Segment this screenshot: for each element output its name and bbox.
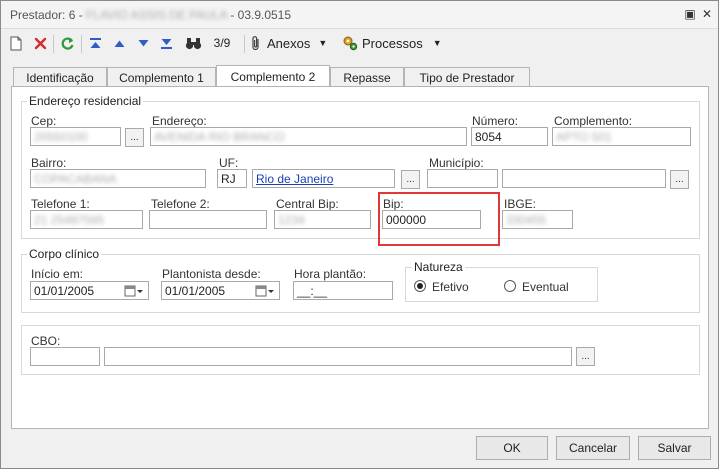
telefone2-label: Telefone 2: <box>151 197 210 211</box>
telefone1-field[interactable]: 21 25487565 <box>30 210 143 229</box>
ibge-label: IBGE: <box>504 197 537 211</box>
bairro-field[interactable]: COPACABANA <box>30 169 206 188</box>
numero-field[interactable]: 8054 <box>471 127 548 146</box>
bip-highlight-box <box>378 192 500 246</box>
title-name: FLAVIO ASSIS DE PAULA <box>86 8 227 22</box>
cep-value: 20550100 <box>34 130 88 144</box>
bairro-label: Bairro: <box>31 156 67 170</box>
telefone2-field[interactable] <box>149 210 267 229</box>
ibge-field[interactable]: 330455 <box>502 210 573 229</box>
anexos-button[interactable]: Anexos ▼ <box>250 33 336 53</box>
binoculars-icon[interactable] <box>183 33 203 53</box>
toolbar-separator <box>53 35 54 53</box>
processos-label: Processos <box>362 35 423 51</box>
next-record-icon[interactable] <box>134 33 152 53</box>
plantonista-label: Plantonista desde: <box>162 267 261 281</box>
prestador-window: Prestador: 6 - FLAVIO ASSIS DE PAULA - 0… <box>0 0 719 469</box>
previous-record-icon[interactable] <box>110 33 128 53</box>
efetivo-label: Efetivo <box>432 280 469 294</box>
numero-label: Número: <box>472 114 519 128</box>
hora-field[interactable]: __:__ <box>293 281 393 300</box>
calendar-icon[interactable] <box>251 281 278 300</box>
eventual-label: Eventual <box>522 280 569 294</box>
toolbar: 3/9 Anexos ▼ Processos ▼ <box>1 29 718 57</box>
endereco-label: Endereço: <box>152 114 207 128</box>
tab-tipo-de-prestador[interactable]: Tipo de Prestador <box>404 67 530 87</box>
cancel-button[interactable]: Cancelar <box>556 436 630 460</box>
efetivo-radio[interactable] <box>414 280 426 292</box>
tab-identificacao[interactable]: Identificação <box>13 67 107 87</box>
eventual-radio[interactable] <box>504 280 516 292</box>
bairro-value: COPACABANA <box>34 172 117 186</box>
endereco-value: AVENIDA RIO BRANCO <box>154 130 285 144</box>
first-record-icon[interactable] <box>86 33 104 53</box>
complemento-value: APTO 501 <box>556 130 612 144</box>
address-group-label: Endereço residencial <box>27 94 144 108</box>
new-record-icon[interactable] <box>7 33 25 53</box>
central-bip-value: 1234 <box>278 213 305 227</box>
complemento-label: Complemento: <box>554 114 633 128</box>
chevron-down-icon: ▼ <box>432 38 442 48</box>
telefone1-value: 21 25487565 <box>34 213 105 227</box>
delete-icon[interactable] <box>31 33 49 53</box>
municipio-name-field[interactable] <box>502 169 666 188</box>
natureza-label: Natureza <box>412 260 465 274</box>
last-record-icon[interactable] <box>157 33 175 53</box>
close-icon[interactable]: ✕ <box>700 7 714 21</box>
paperclip-icon <box>252 36 259 51</box>
municipio-code-field[interactable] <box>427 169 498 188</box>
ok-button[interactable]: OK <box>476 436 548 460</box>
save-button[interactable]: Salvar <box>638 436 711 460</box>
municipio-browse-button[interactable]: ... <box>670 170 689 189</box>
record-counter: 3/9 <box>213 36 231 50</box>
telefone1-label: Telefone 1: <box>31 197 90 211</box>
tab-strip: Identificação Complemento 1 Complemento … <box>1 65 718 88</box>
clinical-group-label: Corpo clínico <box>27 247 102 261</box>
restore-icon[interactable]: ▣ <box>683 7 697 21</box>
window-title: Prestador: 6 - FLAVIO ASSIS DE PAULA - 0… <box>10 8 291 22</box>
uf-label: UF: <box>219 156 239 170</box>
ibge-value: 330455 <box>506 213 547 227</box>
refresh-icon[interactable] <box>58 33 76 53</box>
central-bip-label: Central Bip: <box>276 197 339 211</box>
title-bar: Prestador: 6 - FLAVIO ASSIS DE PAULA - 0… <box>1 1 718 29</box>
uf-browse-button[interactable]: ... <box>401 170 420 189</box>
cbo-label: CBO: <box>31 334 61 348</box>
central-bip-field[interactable]: 1234 <box>274 210 371 229</box>
uf-field[interactable]: RJ <box>217 169 247 188</box>
hora-label: Hora plantão: <box>294 267 367 281</box>
complemento-field[interactable]: APTO 501 <box>552 127 691 146</box>
cep-browse-button[interactable]: ... <box>125 128 144 147</box>
cbo-description-field[interactable] <box>104 347 572 366</box>
state-name-field: Rio de Janeiro <box>252 169 395 188</box>
cbo-browse-button[interactable]: ... <box>576 347 595 366</box>
toolbar-separator <box>244 35 245 53</box>
state-name-link[interactable]: Rio de Janeiro <box>256 172 333 186</box>
cep-field[interactable]: 20550100 <box>30 127 121 146</box>
inicio-value: 01/01/2005 <box>34 284 95 298</box>
gears-icon <box>343 36 358 51</box>
processos-button[interactable]: Processos ▼ <box>342 33 442 53</box>
anexos-label: Anexos <box>267 35 311 51</box>
title-prefix: Prestador: 6 - <box>10 8 87 22</box>
cep-label: Cep: <box>31 114 57 128</box>
toolbar-separator <box>81 35 82 53</box>
title-suffix: - 03.9.0515 <box>226 8 292 22</box>
tab-repasse[interactable]: Repasse <box>330 67 404 87</box>
calendar-icon[interactable] <box>120 281 147 300</box>
chevron-down-icon: ▼ <box>318 38 328 48</box>
inicio-label: Início em: <box>31 267 84 281</box>
cbo-code-field[interactable] <box>30 347 100 366</box>
endereco-field[interactable]: AVENIDA RIO BRANCO <box>150 127 467 146</box>
tab-complemento-1[interactable]: Complemento 1 <box>107 67 216 87</box>
plantonista-value: 01/01/2005 <box>165 284 226 298</box>
municipio-label: Município: <box>429 156 484 170</box>
tab-complemento-2[interactable]: Complemento 2 <box>216 65 330 88</box>
